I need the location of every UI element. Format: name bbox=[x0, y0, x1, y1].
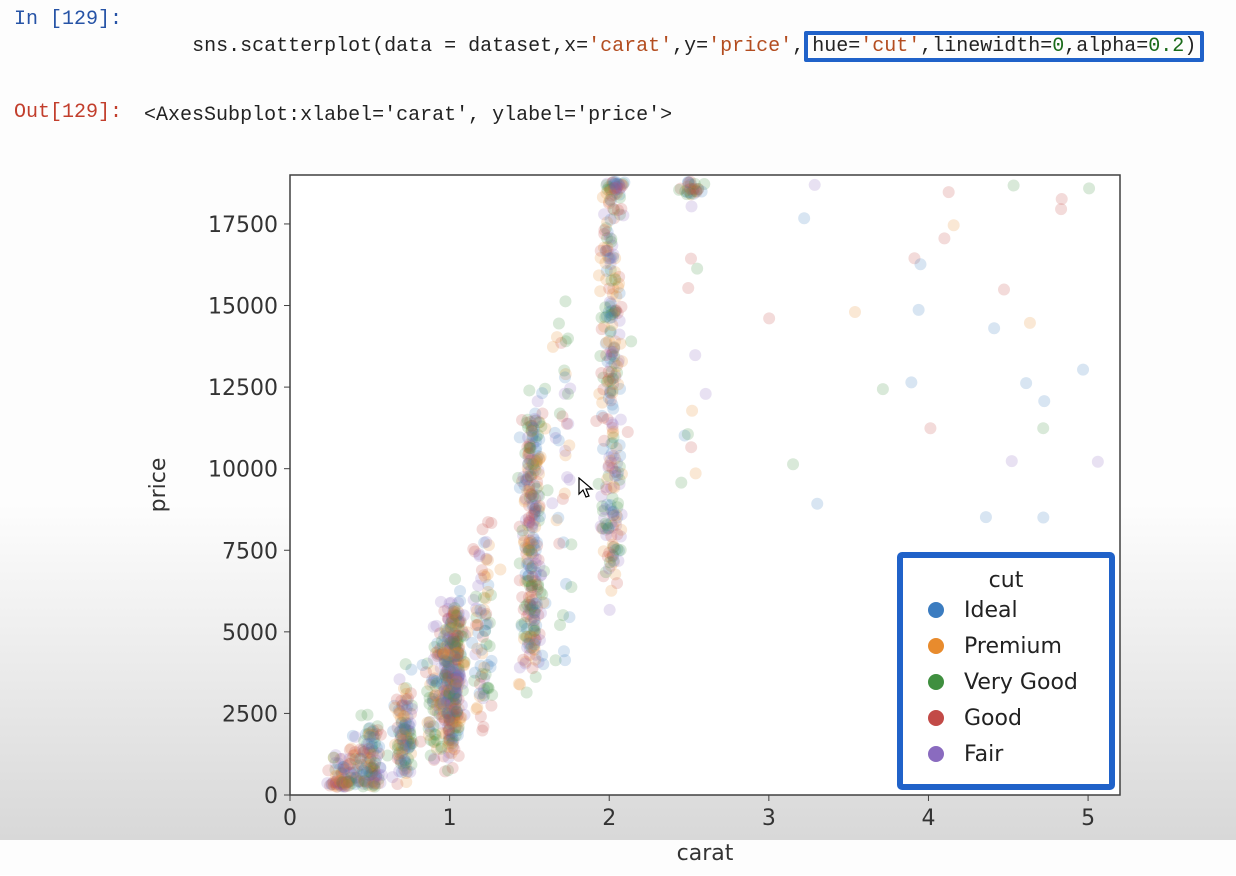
svg-text:15000: 15000 bbox=[208, 295, 278, 320]
x-axis-ticks: 0 1 2 3 4 5 bbox=[283, 795, 1095, 831]
svg-text:7500: 7500 bbox=[222, 539, 278, 564]
svg-text:12500: 12500 bbox=[208, 376, 278, 401]
y-axis-label: price bbox=[146, 458, 171, 513]
svg-text:17500: 17500 bbox=[208, 213, 278, 238]
code-plain: sns.scatterplot(data = dataset,x='carat'… bbox=[192, 35, 804, 58]
y-axis-ticks: 0 2500 5000 7500 10000 12500 15000 17500 bbox=[208, 213, 290, 809]
svg-text:3: 3 bbox=[762, 806, 776, 831]
svg-text:Fair: Fair bbox=[964, 742, 1004, 767]
out-prompt: Out[129]: bbox=[10, 101, 132, 124]
svg-text:Ideal: Ideal bbox=[964, 598, 1018, 623]
in-prompt: In [129]: bbox=[10, 8, 132, 31]
code-line[interactable]: sns.scatterplot(data = dataset,x='carat'… bbox=[144, 8, 1204, 85]
svg-text:2500: 2500 bbox=[222, 702, 278, 727]
svg-text:5: 5 bbox=[1081, 806, 1095, 831]
output-cell: Out[129]: <AxesSubplot:xlabel='carat', y… bbox=[0, 93, 1236, 135]
x-axis-label: carat bbox=[677, 841, 734, 866]
svg-text:10000: 10000 bbox=[208, 458, 278, 483]
legend: cut Ideal Premium Very Good Good Fair bbox=[900, 555, 1112, 787]
input-cell: In [129]: sns.scatterplot(data = dataset… bbox=[0, 0, 1236, 93]
svg-text:1: 1 bbox=[443, 806, 457, 831]
svg-text:5000: 5000 bbox=[222, 621, 278, 646]
svg-text:cut: cut bbox=[989, 568, 1024, 593]
svg-text:Very Good: Very Good bbox=[964, 670, 1078, 695]
svg-text:Good: Good bbox=[964, 706, 1022, 731]
output-repr: <AxesSubplot:xlabel='carat', ylabel='pri… bbox=[144, 104, 672, 127]
svg-text:0: 0 bbox=[283, 806, 297, 831]
svg-text:4: 4 bbox=[921, 806, 935, 831]
svg-text:Premium: Premium bbox=[964, 634, 1062, 659]
svg-text:0: 0 bbox=[264, 784, 278, 809]
svg-text:2: 2 bbox=[602, 806, 616, 831]
plot-figure: 0 2500 5000 7500 10000 12500 15000 17500 0 1 2 3 4 5… bbox=[140, 155, 1236, 875]
code-highlighted-args: hue='cut',linewidth=0,alpha=0.2) bbox=[804, 31, 1204, 62]
